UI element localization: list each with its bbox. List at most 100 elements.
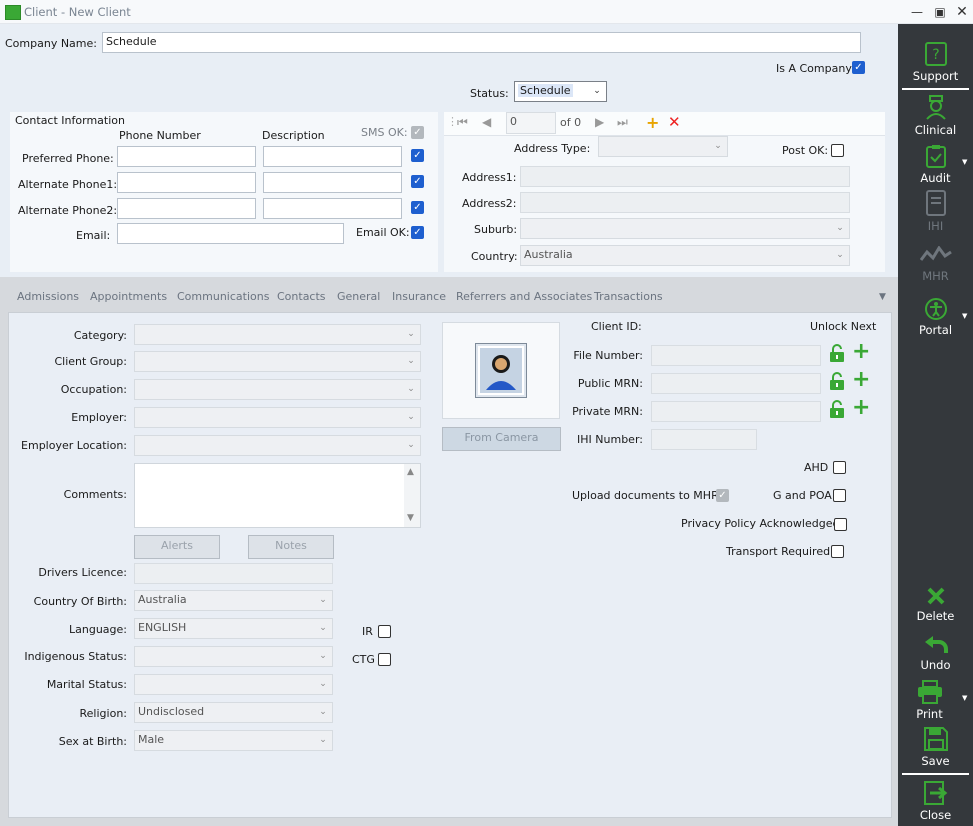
private-mrn-input[interactable]: [651, 401, 821, 422]
comments-scrollbar[interactable]: ▲ ▼: [404, 464, 420, 527]
religion-select[interactable]: Undisclosed ⌄: [134, 702, 333, 723]
tab-general[interactable]: General: [337, 290, 380, 303]
preferred-phone-description-input[interactable]: [263, 146, 402, 167]
ihi-number-input[interactable]: [651, 429, 757, 450]
language-select[interactable]: ENGLISH ⌄: [134, 618, 333, 639]
delete-address-icon[interactable]: ✕: [668, 113, 681, 131]
notes-button[interactable]: Notes: [248, 535, 334, 559]
status-select[interactable]: Schedule ⌄: [514, 81, 607, 102]
mhr-button[interactable]: MHR: [898, 246, 973, 283]
address2-input[interactable]: [520, 192, 850, 213]
comments-textarea[interactable]: ▲ ▼: [134, 463, 421, 528]
occupation-select[interactable]: ⌄: [134, 379, 421, 400]
tab-contacts[interactable]: Contacts: [277, 290, 326, 303]
drivers-licence-input[interactable]: [134, 563, 333, 584]
add-public-mrn-icon[interactable]: +: [852, 369, 870, 391]
alternate-phone2-sms-checkbox[interactable]: ✓: [411, 201, 424, 214]
unlock-file-number-icon[interactable]: [829, 344, 845, 362]
tab-insurance[interactable]: Insurance: [392, 290, 446, 303]
alerts-button[interactable]: Alerts: [134, 535, 220, 559]
post-ok-checkbox[interactable]: [831, 144, 844, 157]
clinical-button[interactable]: Clinical: [898, 94, 973, 137]
print-dropdown-icon[interactable]: ▼: [962, 694, 967, 702]
ir-checkbox[interactable]: [378, 625, 391, 638]
email-input[interactable]: [117, 223, 344, 244]
is-company-checkbox[interactable]: ✓: [852, 61, 865, 74]
support-button[interactable]: ? Support: [898, 42, 973, 83]
ihi-label: IHI: [927, 219, 944, 233]
occupation-label: Occupation:: [60, 383, 127, 396]
alternate-phone2-input[interactable]: [117, 198, 256, 219]
tab-overflow-icon[interactable]: ▼: [879, 292, 886, 302]
preferred-phone-sms-checkbox[interactable]: ✓: [411, 149, 424, 162]
record-number-input[interactable]: 0: [506, 112, 556, 134]
address1-input[interactable]: [520, 166, 850, 187]
add-private-mrn-icon[interactable]: +: [852, 397, 870, 419]
language-value: ENGLISH: [138, 621, 187, 634]
country-of-birth-value: Australia: [138, 593, 187, 606]
scroll-up-icon[interactable]: ▲: [407, 467, 414, 477]
file-number-input[interactable]: [651, 345, 821, 366]
alternate-phone1-description-input[interactable]: [263, 172, 402, 193]
print-button[interactable]: Print: [892, 680, 967, 721]
alternate-phone2-description-input[interactable]: [263, 198, 402, 219]
marital-status-select[interactable]: ⌄: [134, 674, 333, 695]
country-of-birth-select[interactable]: Australia ⌄: [134, 590, 333, 611]
preferred-phone-input[interactable]: [117, 146, 256, 167]
tab-referrers-and-associates[interactable]: Referrers and Associates: [456, 290, 592, 303]
undo-button[interactable]: Undo: [898, 633, 973, 672]
clinical-label: Clinical: [914, 123, 957, 137]
last-record-icon[interactable]: ⏭: [617, 115, 628, 130]
tab-transactions[interactable]: Transactions: [594, 290, 663, 303]
employer-select[interactable]: ⌄: [134, 407, 421, 428]
privacy-policy-checkbox[interactable]: [834, 518, 847, 531]
next-record-icon[interactable]: ▶: [595, 115, 604, 129]
minimize-icon[interactable]: —: [907, 3, 927, 21]
client-photo-frame[interactable]: [442, 322, 560, 419]
unlock-public-mrn-icon[interactable]: [829, 372, 845, 390]
save-button[interactable]: Save: [898, 727, 973, 768]
accessibility-icon: [924, 298, 947, 320]
address-type-select[interactable]: ⌄: [598, 136, 728, 157]
company-name-input[interactable]: Schedule: [102, 32, 861, 53]
ahd-checkbox[interactable]: [833, 461, 846, 474]
maximize-icon[interactable]: ▣: [930, 3, 950, 21]
close-window-icon[interactable]: ✕: [952, 3, 972, 21]
sex-at-birth-select[interactable]: Male ⌄: [134, 730, 333, 751]
add-file-number-icon[interactable]: +: [852, 341, 870, 363]
action-sidebar: ? Support Clinical Audit ▼ IHI MHR Porta…: [898, 24, 973, 826]
country-select[interactable]: Australia ⌄: [520, 245, 850, 266]
description-column-header: Description: [262, 129, 325, 142]
client-group-label: Client Group:: [54, 355, 127, 368]
email-ok-checkbox[interactable]: ✓: [411, 226, 424, 239]
upload-mhr-label: Upload documents to MHR: [572, 489, 719, 502]
indigenous-status-select[interactable]: ⌄: [134, 646, 333, 667]
category-select[interactable]: ⌄: [134, 324, 421, 345]
suburb-select[interactable]: ⌄: [520, 218, 850, 239]
ctg-checkbox[interactable]: [378, 653, 391, 666]
close-button[interactable]: Close: [898, 781, 973, 822]
company-name-label: Company Name:: [5, 37, 97, 50]
previous-record-icon[interactable]: ◀: [482, 115, 491, 129]
chevron-down-icon: ⌄: [836, 223, 844, 233]
alternate-phone1-sms-checkbox[interactable]: ✓: [411, 175, 424, 188]
g-and-poa-checkbox[interactable]: [833, 489, 846, 502]
first-record-icon[interactable]: ⏮: [457, 115, 468, 130]
tab-appointments[interactable]: Appointments: [90, 290, 167, 303]
audit-dropdown-icon[interactable]: ▼: [962, 158, 967, 166]
ihi-button[interactable]: IHI: [898, 190, 973, 233]
scroll-down-icon[interactable]: ▼: [407, 513, 414, 523]
public-mrn-input[interactable]: [651, 373, 821, 394]
unlock-private-mrn-icon[interactable]: [829, 400, 845, 418]
add-address-icon[interactable]: +: [646, 113, 659, 132]
client-group-select[interactable]: ⌄: [134, 351, 421, 372]
tab-communications[interactable]: Communications: [177, 290, 269, 303]
employer-location-select[interactable]: ⌄: [134, 435, 421, 456]
alternate-phone1-input[interactable]: [117, 172, 256, 193]
tab-admissions[interactable]: Admissions: [17, 290, 79, 303]
from-camera-button[interactable]: From Camera: [442, 427, 561, 451]
transport-required-checkbox[interactable]: [831, 545, 844, 558]
indigenous-status-label: Indigenous Status:: [24, 650, 127, 663]
portal-dropdown-icon[interactable]: ▼: [962, 312, 967, 320]
delete-button[interactable]: Delete: [898, 586, 973, 623]
